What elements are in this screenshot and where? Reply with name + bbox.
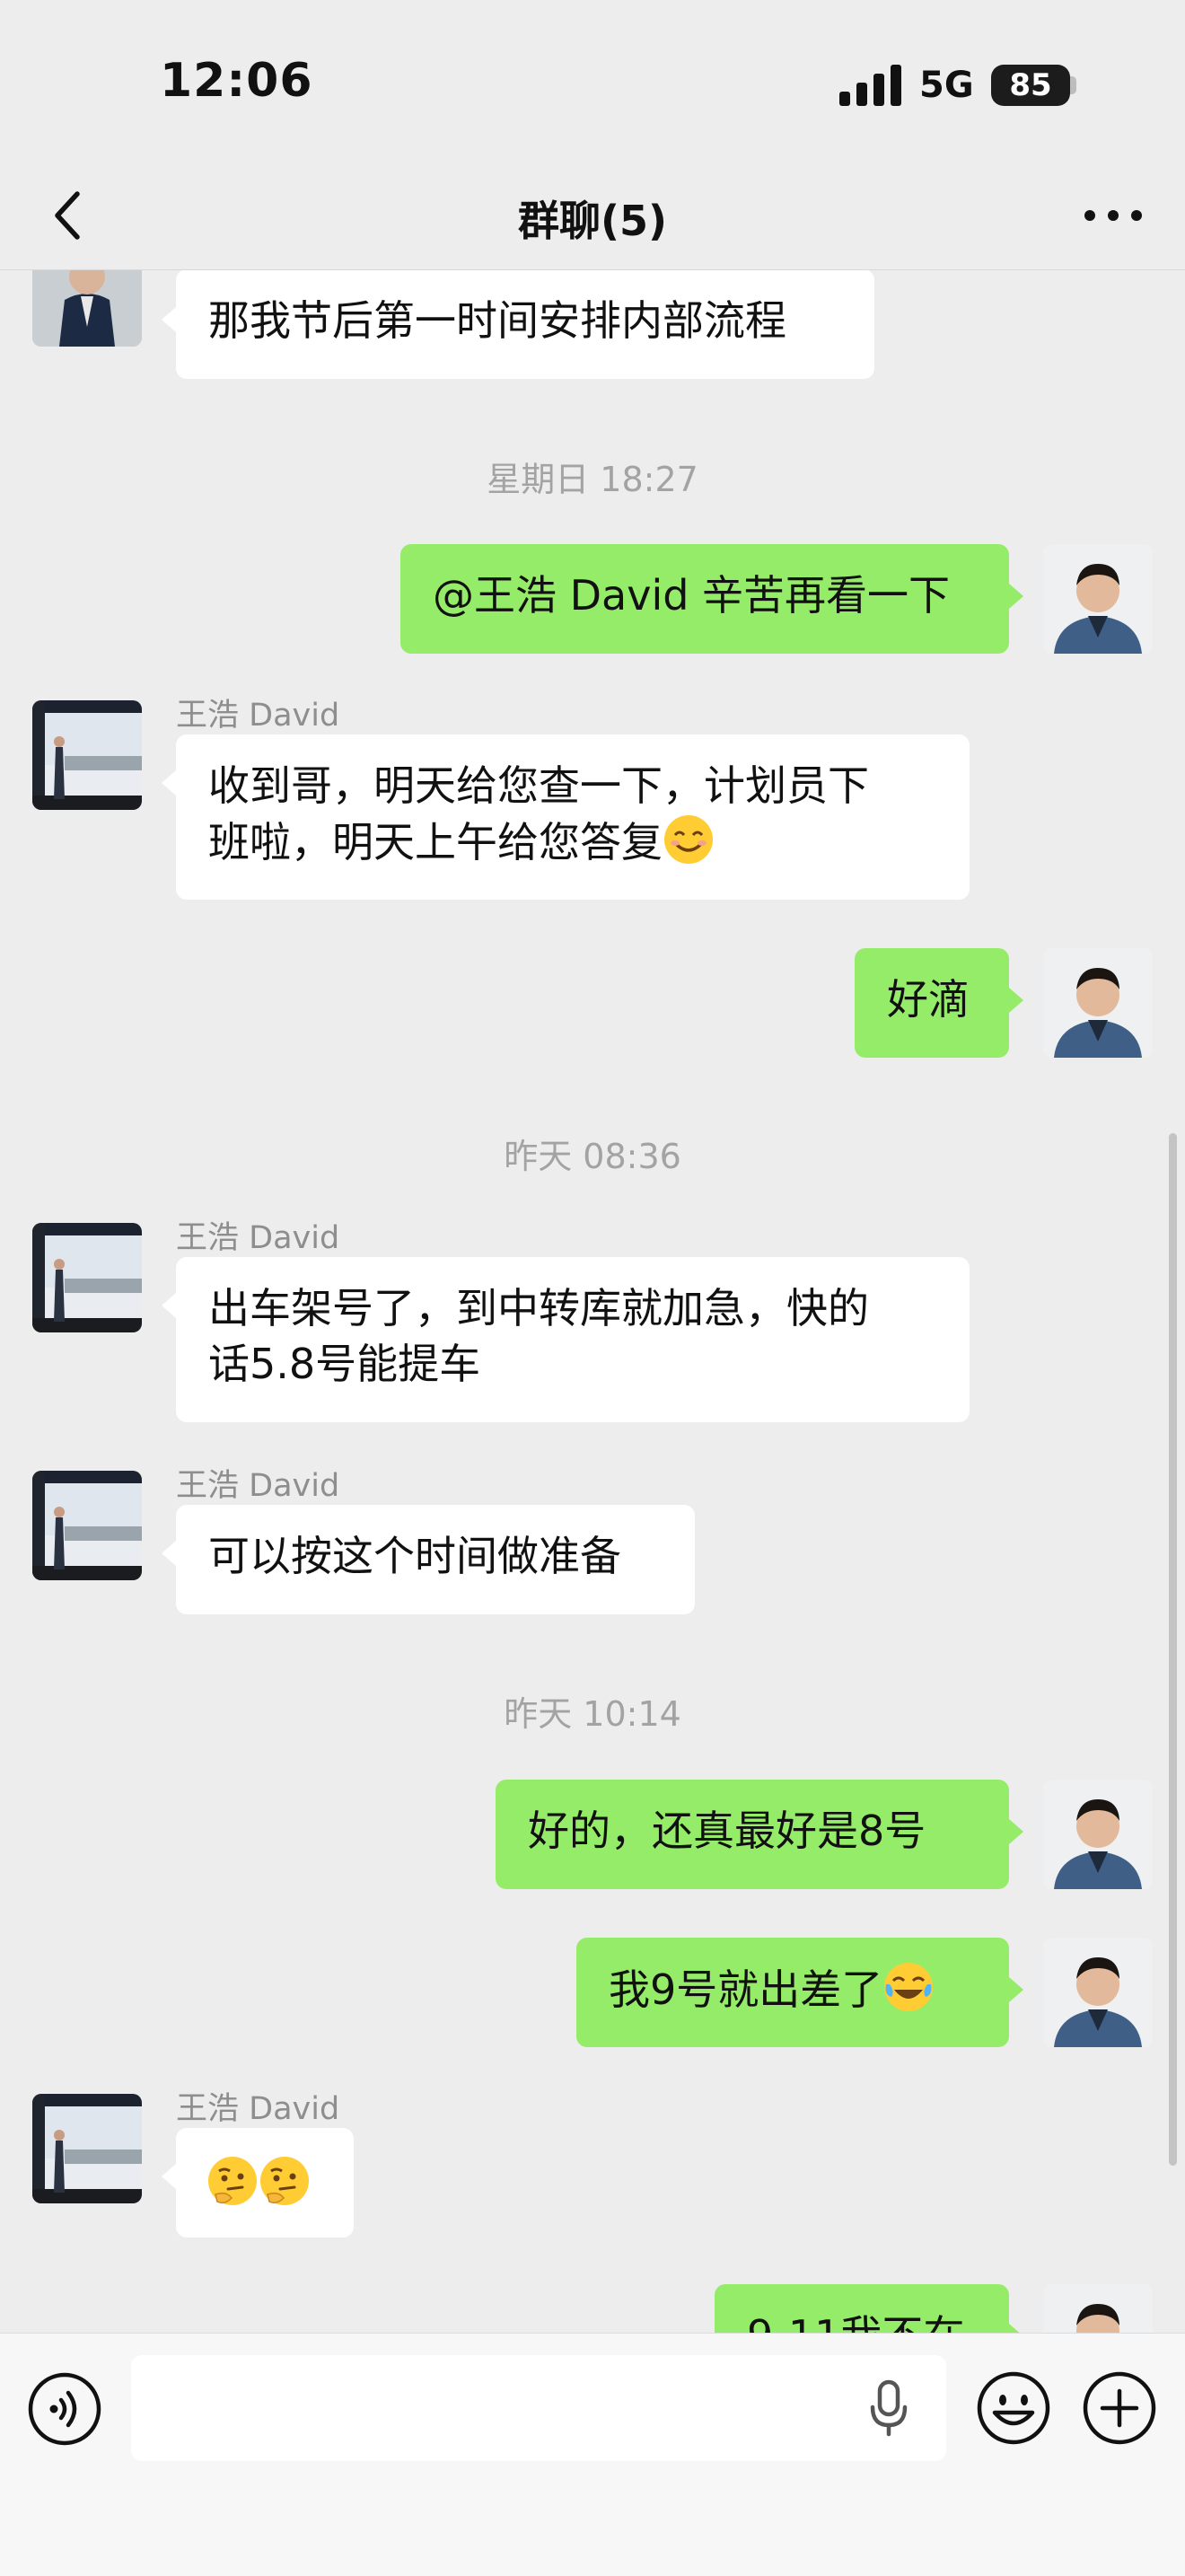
chat-area[interactable]: 那我节后第一时间安排内部流程 星期日 18:27 @王浩 David 辛苦再看一… — [0, 269, 1185, 2334]
message-text-line: 出车架号了，到中转库就加急，快的 — [208, 1284, 869, 1332]
avatar-self[interactable] — [1043, 544, 1153, 654]
message-text-line: 收到哥，明天给您查一下，计划员下 — [208, 761, 869, 810]
message-input[interactable] — [131, 2355, 946, 2461]
timestamp: 昨天 08:36 — [504, 1137, 681, 1176]
message-text: 我9号就出差了 — [609, 1965, 883, 2014]
scrollbar[interactable] — [1169, 1133, 1177, 2166]
smiling-face-emoji-icon — [664, 815, 713, 864]
avatar[interactable] — [32, 1471, 142, 1580]
status-time: 12:06 — [160, 54, 313, 108]
avatar[interactable] — [32, 1223, 142, 1332]
message-bubble-outgoing[interactable]: 我9号就出差了 — [576, 1938, 1009, 2047]
nav-bar: 群聊(5) — [0, 162, 1185, 270]
message-bubble-incoming[interactable]: 可以按这个时间做准备 — [176, 1505, 695, 1614]
message-text: 可以按这个时间做准备 — [208, 1532, 621, 1580]
message-text: 好的，还真最好是8号 — [528, 1807, 926, 1855]
timestamp: 星期日 18:27 — [487, 460, 698, 499]
message-bubble-incoming[interactable]: 收到哥，明天给您查一下，计划员下 班啦，明天上午给您答复 — [176, 734, 970, 900]
avatar[interactable] — [32, 269, 142, 347]
mic-icon[interactable] — [860, 2377, 917, 2440]
timestamp: 昨天 10:14 — [504, 1694, 681, 1734]
chat-title: 群聊(5) — [517, 197, 668, 245]
message-text: @王浩 David 辛苦再看一下 — [433, 571, 951, 620]
emoji-icon[interactable] — [975, 2369, 1052, 2447]
avatar-self[interactable] — [1043, 1780, 1153, 1889]
message-text: 那我节后第一时间安排内部流程 — [208, 296, 786, 345]
message-bubble-outgoing[interactable]: 9-11我不在 — [715, 2284, 1009, 2334]
signal-icon — [839, 65, 901, 106]
message-text-line: 班啦，明天上午给您答复 — [208, 818, 663, 866]
plus-icon[interactable] — [1081, 2369, 1158, 2447]
battery-tip — [1070, 76, 1076, 94]
message-text: 9-11我不在 — [747, 2311, 964, 2334]
avatar[interactable] — [32, 700, 142, 810]
message-bubble-incoming[interactable]: 那我节后第一时间安排内部流程 — [176, 269, 874, 379]
voice-mode-icon[interactable] — [27, 2371, 102, 2447]
more-icon[interactable] — [1077, 185, 1149, 246]
input-bar — [0, 2333, 1185, 2576]
message-text: 好滴 — [887, 975, 970, 1024]
tears-of-joy-emoji-icon — [884, 1963, 934, 2011]
thinking-face-emoji-icon — [208, 2157, 257, 2205]
sender-name: 王浩 David — [176, 1468, 340, 1504]
message-bubble-outgoing[interactable]: @王浩 David 辛苦再看一下 — [400, 544, 1009, 654]
message-bubble-incoming[interactable]: 出车架号了，到中转库就加急，快的 话5.8号能提车 — [176, 1257, 970, 1422]
network-type: 5G — [919, 65, 974, 106]
sender-name: 王浩 David — [176, 2091, 340, 2127]
sender-name: 王浩 David — [176, 1220, 340, 1256]
avatar-self[interactable] — [1043, 948, 1153, 1058]
thinking-face-emoji-icon — [260, 2157, 309, 2205]
message-text-line: 话5.8号能提车 — [208, 1340, 481, 1388]
battery-icon: 85 — [991, 65, 1070, 106]
sender-name: 王浩 David — [176, 698, 340, 734]
message-bubble-outgoing[interactable]: 好滴 — [855, 948, 1009, 1058]
status-bar: 12:06 5G 85 — [0, 0, 1185, 162]
message-bubble-outgoing[interactable]: 好的，还真最好是8号 — [496, 1780, 1009, 1889]
avatar-self[interactable] — [1043, 2284, 1153, 2334]
message-bubble-incoming[interactable] — [176, 2128, 354, 2238]
avatar[interactable] — [32, 2094, 142, 2203]
avatar-self[interactable] — [1043, 1938, 1153, 2047]
